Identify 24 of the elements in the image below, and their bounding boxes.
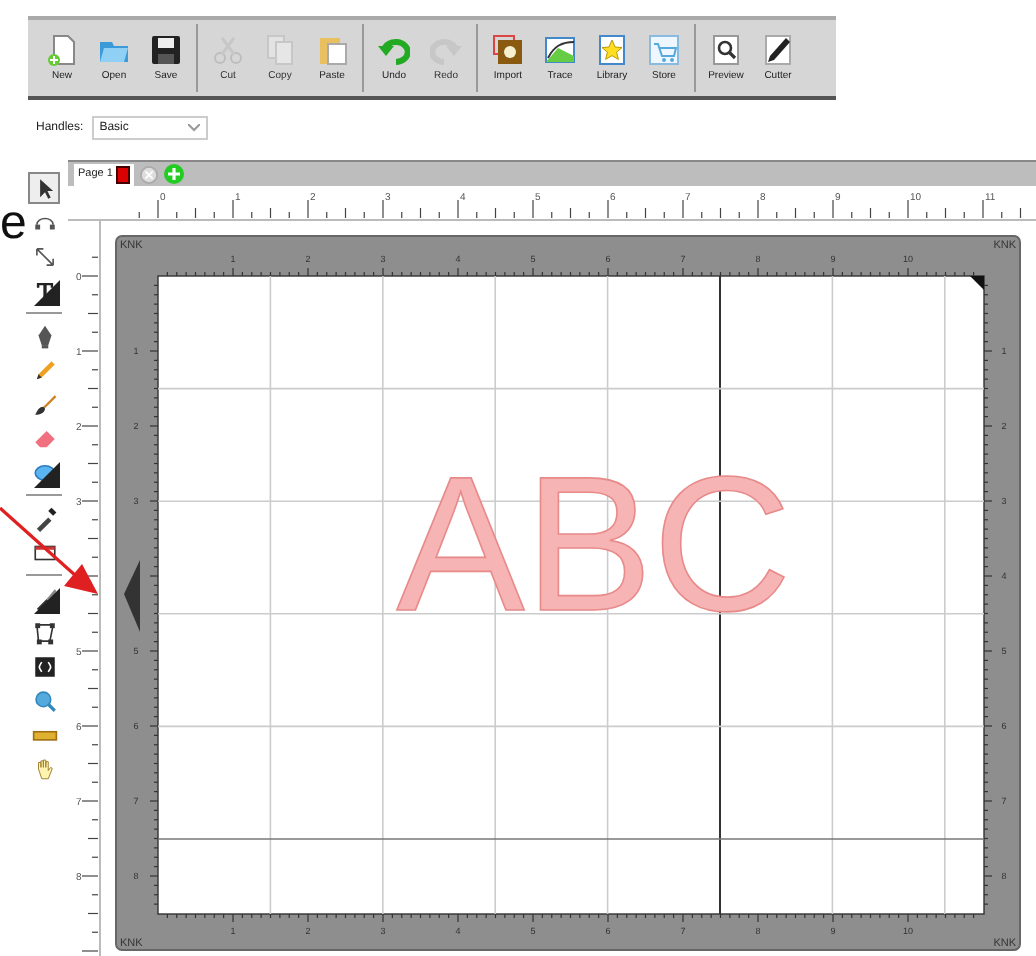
scissors-icon bbox=[212, 34, 244, 66]
pencil-icon bbox=[31, 357, 57, 383]
undo-arrow-icon bbox=[378, 34, 410, 66]
tool-button[interactable] bbox=[28, 172, 60, 204]
eraser-icon bbox=[31, 425, 57, 451]
star-frame-icon bbox=[596, 34, 628, 66]
corner-marker-icon bbox=[970, 276, 984, 290]
paintbrush-icon bbox=[31, 391, 57, 417]
zoom-icon bbox=[31, 687, 57, 713]
clipboard-icon bbox=[316, 34, 348, 66]
polygon-nodes-icon bbox=[31, 619, 57, 645]
scale-arrows-icon bbox=[31, 243, 57, 269]
triangle-marker-icon bbox=[124, 560, 140, 632]
image-frame-icon bbox=[492, 34, 524, 66]
callout-text: e bbox=[0, 200, 27, 248]
pen-knife-icon bbox=[762, 34, 794, 66]
eyedropper-icon bbox=[31, 505, 57, 531]
pages-icon bbox=[264, 34, 296, 66]
magnifier-icon bbox=[710, 34, 742, 66]
bracket-frame-icon bbox=[31, 653, 57, 679]
cart-icon bbox=[648, 34, 680, 66]
page-icon bbox=[46, 34, 78, 66]
chevron-down-icon bbox=[187, 123, 200, 131]
landscape-icon bbox=[544, 34, 576, 66]
